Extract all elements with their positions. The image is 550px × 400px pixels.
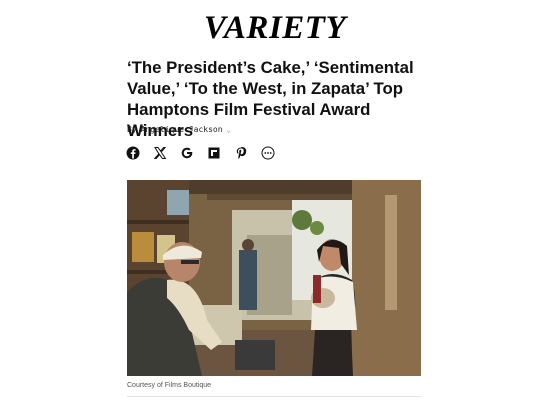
author-link[interactable]: Angelique Jackson xyxy=(141,124,223,136)
x-icon[interactable] xyxy=(153,146,167,160)
variety-logo[interactable]: VARIETY xyxy=(0,8,550,48)
chevron-down-icon[interactable]: ⌄ xyxy=(227,124,231,136)
byline-prefix: By xyxy=(127,125,137,134)
byline: By Angelique Jackson ⌄ xyxy=(127,124,231,136)
more-icon[interactable] xyxy=(261,146,275,160)
facebook-icon[interactable] xyxy=(126,146,140,160)
pinterest-icon[interactable] xyxy=(234,146,248,160)
article-photo xyxy=(127,180,421,376)
flipboard-icon[interactable] xyxy=(207,146,221,160)
photo-caption: Courtesy of Films Boutique xyxy=(127,382,212,389)
share-bar xyxy=(126,146,275,160)
divider xyxy=(127,396,421,397)
google-icon[interactable] xyxy=(180,146,194,160)
